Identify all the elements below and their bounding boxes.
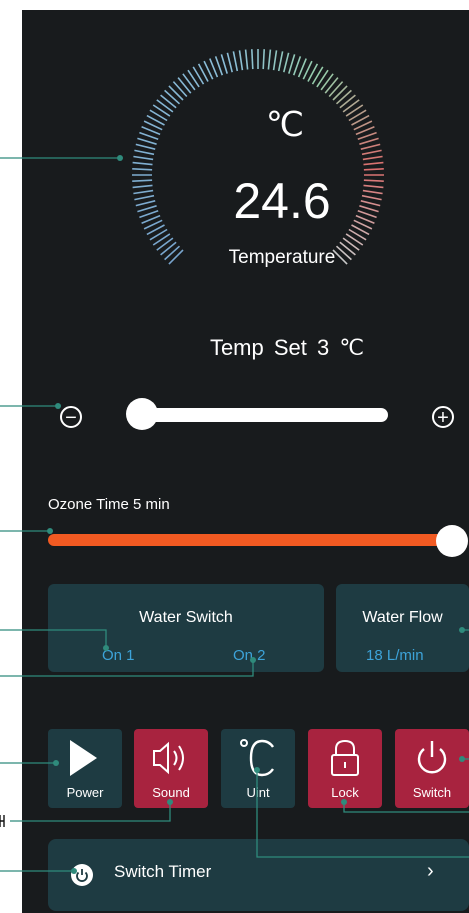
- annotation-line-on2: [0, 660, 254, 677]
- annotation-line-unit: [256, 770, 469, 858]
- annotation-line-on1: [0, 629, 107, 648]
- cropped-label-fragment: [0, 815, 5, 827]
- annotation-line-lock: [343, 802, 469, 813]
- annotation-overlay: [0, 155, 469, 874]
- annotation-line-sound: [10, 802, 171, 822]
